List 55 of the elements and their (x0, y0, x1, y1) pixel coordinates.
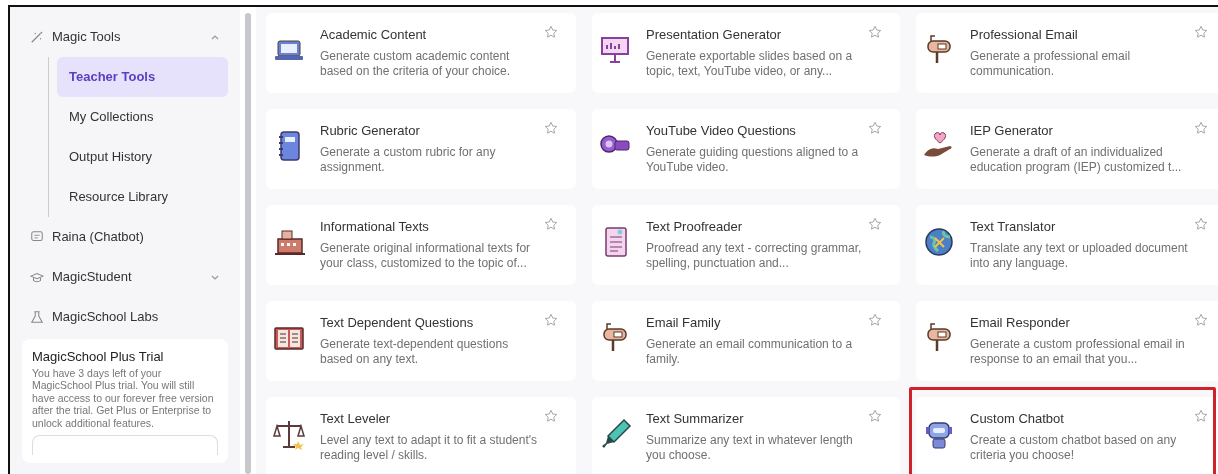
tool-description: Generate a custom professional email in response to an email that you... (970, 336, 1186, 368)
tool-description: Translate any text or uploaded document into any language. (970, 240, 1188, 272)
tool-title: YouTube Video Questions (646, 122, 797, 140)
tool-card[interactable]: Text Dependent Questions Generate text-dependent questions based on any text. (266, 301, 576, 381)
tool-title: Informational Texts (320, 218, 430, 236)
tool-card[interactable]: Rubric Generator Generate a custom rubric for any assignment. (266, 109, 576, 189)
tool-description: Generate text-dependent questions based on any text. (320, 336, 510, 368)
tool-title: Text Leveler (320, 410, 392, 428)
tool-title: Text Dependent Questions (320, 314, 475, 332)
tool-title: Email Family (646, 314, 722, 332)
tool-title: Text Proofreader (646, 218, 744, 236)
tool-title: Text Summarizer (646, 410, 745, 428)
trial-text: You have 3 days left of your MagicSchool Plus trial. You will still have access to our forever free version after the trial. Get Plus or Enterprise to unlock additional features. (32, 366, 215, 430)
tool-description: Generate guiding questions aligned to a YouTube video. (646, 144, 860, 176)
tool-card[interactable]: Text Proofreader Proofread any text - correcting grammar, spelling, punctuation and... (592, 205, 900, 285)
sidebar-subitem[interactable]: Resource Library (57, 177, 228, 217)
tool-title: Email Responder (970, 314, 1071, 332)
tool-card[interactable]: YouTube Video Questions Generate guiding questions aligned to a YouTube video. (592, 109, 900, 189)
tool-description: Summarize any text in whatever length you choose. (646, 432, 854, 464)
tool-card[interactable]: Custom Chatbot Create a custom chatbot based on any criteria you choose! (916, 397, 1218, 474)
tool-description: Generate a professional email communication. (970, 48, 1132, 80)
tool-card[interactable]: Text Translator Translate any text or uploaded document into any language. (916, 205, 1218, 285)
tool-card[interactable]: Academic Content Generate custom academic content based on the criteria of your choice. (266, 13, 576, 93)
tool-title: IEP Generator (970, 122, 1054, 140)
trial-title: MagicSchool Plus Trial (32, 348, 165, 366)
tool-card[interactable]: Text Leveler Level any text to adapt it to fit a student's reading level / skills. (266, 397, 576, 474)
tool-card[interactable]: Email Responder Generate a custom professional email in response to an email that you... (916, 301, 1218, 381)
tool-description: Create a custom chatbot based on any criteria you choose! (970, 432, 1178, 464)
sidebar-item[interactable]: MagicSchool Labs (22, 297, 228, 337)
tool-title: Academic Content (320, 26, 428, 44)
tool-description: Generate original informational texts for your class, customized to the topic of... (320, 240, 532, 272)
tool-description: Generate an email communication to a family. (646, 336, 854, 368)
tool-title: Rubric Generator (320, 122, 421, 140)
tool-description: Generate custom academic content based on the criteria of your choice. (320, 48, 512, 80)
tool-card[interactable]: Professional Email Generate a professional email communication. (916, 13, 1218, 93)
tool-title: Presentation Generator (646, 26, 783, 44)
sidebar-item[interactable]: Magic Tools (22, 17, 228, 57)
tool-description: Proofread any text - correcting grammar, spelling, punctuation and... (646, 240, 862, 272)
sidebar-subitem[interactable]: Teacher Tools (57, 57, 228, 97)
tool-description: Generate exportable slides based on a topic, text, YouTube video, or any... (646, 48, 854, 80)
tool-description: Generate a custom rubric for any assignment. (320, 144, 497, 176)
sidebar-subitem[interactable]: My Collections (57, 97, 228, 137)
sidebar-subitem[interactable]: Output History (57, 137, 228, 177)
tool-description: Generate a draft of an individualized education program (IEP) customized t... (970, 144, 1183, 176)
tool-card[interactable]: IEP Generator Generate a draft of an individualized education program (IEP) customized t... (916, 109, 1218, 189)
tool-card[interactable]: Email Family Generate an email communication to a family. (592, 301, 900, 381)
tool-title: Custom Chatbot (970, 410, 1065, 428)
tool-card[interactable]: Presentation Generator Generate exportable slides based on a topic, text, YouTube video, or any... (592, 13, 900, 93)
tool-title: Text Translator (970, 218, 1057, 236)
sidebar-item[interactable]: Raina (Chatbot) (22, 217, 228, 257)
sidebar-item[interactable]: MagicStudent (22, 257, 228, 297)
tool-title: Professional Email (970, 26, 1079, 44)
tool-card[interactable]: Text Summarizer Summarize any text in whatever length you choose. (592, 397, 900, 474)
tool-description: Level any text to adapt it to fit a student's reading level / skills. (320, 432, 538, 464)
tool-card[interactable]: Informational Texts Generate original informational texts for your class, customized to the topic of... (266, 205, 576, 285)
